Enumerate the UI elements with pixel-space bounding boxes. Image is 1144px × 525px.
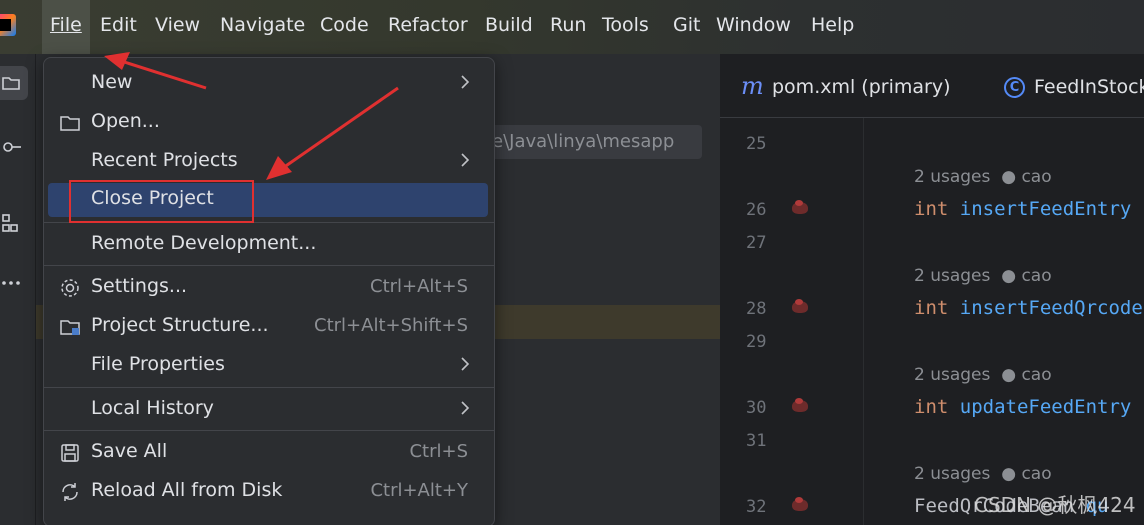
- annotation-arrow-file: [104, 52, 207, 90]
- annotation-arrow-close-project: [266, 86, 399, 180]
- annotation-arrows: [104, 52, 399, 180]
